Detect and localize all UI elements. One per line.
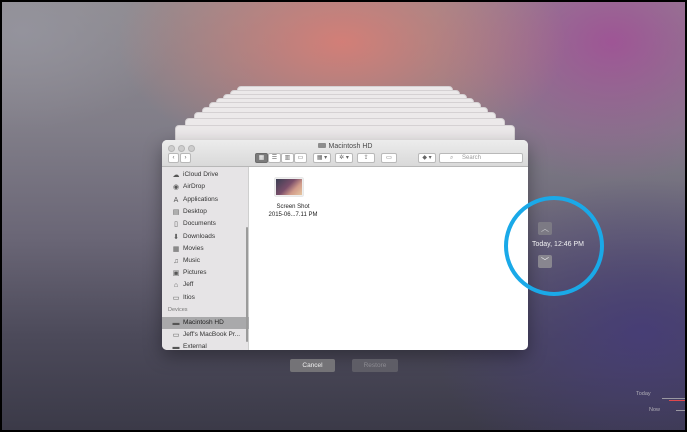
sidebar-item-label: Itios	[183, 294, 195, 301]
sidebar-section-devices: Devices	[168, 307, 188, 313]
sidebar-item-music[interactable]: ♫ Music	[162, 255, 249, 267]
window-title: Macintosh HD	[162, 143, 528, 150]
sidebar-item-documents[interactable]: ▯ Documents	[162, 218, 249, 230]
sidebar-item-label: Jeff	[183, 281, 194, 288]
timeline-tick[interactable]	[662, 398, 685, 399]
movies-icon: ▦	[172, 246, 180, 253]
sidebar-item-icloud-drive[interactable]: ☁ iCloud Drive	[162, 169, 249, 181]
sidebar-item-itios[interactable]: ▭ Itios	[162, 292, 249, 304]
sidebar-item-applications[interactable]: A Applications	[162, 194, 249, 206]
sidebar-item-label: Desktop	[183, 208, 207, 215]
timeline-tick[interactable]	[676, 410, 685, 411]
external-drive-icon: ▬	[172, 344, 180, 350]
home-icon: ⌂	[173, 282, 179, 289]
airdrop-icon: ◉	[172, 184, 180, 191]
sidebar-item-label: iCloud Drive	[183, 171, 219, 178]
documents-icon: ▯	[174, 221, 178, 228]
sidebar-item-pictures[interactable]: ▣ Pictures	[162, 267, 249, 279]
sidebar-item-label: AirDrop	[183, 183, 206, 190]
timeline-tick[interactable]	[669, 400, 685, 401]
sidebar-item-external[interactable]: ▬ External	[162, 341, 249, 350]
screenshot-thumbnail-icon	[275, 178, 303, 196]
list-view-button[interactable]: ☰	[268, 153, 281, 163]
dropbox-menu-button[interactable]: ◆ ▾	[418, 153, 436, 163]
sidebar-item-label: Pictures	[183, 269, 207, 276]
sidebar-item-airdrop[interactable]: ◉ AirDrop	[162, 181, 249, 193]
window-title-text: Macintosh HD	[328, 143, 373, 150]
sidebar-item-label: Music	[183, 257, 200, 264]
file-name-line1: Screen Shot	[276, 204, 310, 210]
window-toolbar: Macintosh HD ‹ › ▦ ☰ ▥ ▭ ▦ ▾ ✲ ▾ ⇪ ▭ ◆ ▾…	[162, 140, 528, 167]
cancel-button[interactable]: Cancel	[290, 359, 335, 372]
sidebar-item-label: Applications	[183, 196, 219, 203]
folder-icon: ▭	[172, 295, 180, 302]
search-placeholder: Search	[462, 155, 482, 161]
chevron-down-icon[interactable]: ﹀	[538, 255, 552, 268]
file-name: Screen Shot 2015-06...7.11 PM	[256, 203, 330, 219]
music-icon: ♫	[173, 258, 179, 265]
hard-drive-icon: ▬	[172, 320, 180, 327]
forward-button[interactable]: ›	[180, 153, 191, 163]
applications-icon: A	[173, 197, 179, 204]
laptop-icon: ▭	[172, 332, 180, 339]
column-view-button[interactable]: ▥	[281, 153, 294, 163]
sidebar-item-movies[interactable]: ▦ Movies	[162, 243, 249, 255]
arrange-menu-button[interactable]: ▦ ▾	[313, 153, 331, 163]
search-input[interactable]: ⌕ Search	[439, 153, 523, 163]
icon-view-button[interactable]: ▦	[255, 153, 268, 163]
finder-window: Macintosh HD ‹ › ▦ ☰ ▥ ▭ ▦ ▾ ✲ ▾ ⇪ ▭ ◆ ▾…	[162, 140, 528, 350]
file-name-line2: 2015-06...7.11 PM	[268, 212, 318, 218]
sidebar-item-macintosh-hd[interactable]: ▬ Macintosh HD	[162, 317, 249, 329]
desktop-icon: ▤	[172, 209, 180, 216]
sidebar-item-label: External	[183, 343, 207, 350]
sidebar-item-label: Macintosh HD	[183, 319, 224, 326]
hard-drive-icon	[317, 143, 326, 148]
sidebar-item-macbook[interactable]: ▭ Jeff's MacBook Pr...	[162, 329, 249, 341]
sidebar-item-label: Downloads	[183, 233, 216, 240]
sidebar-item-label: Jeff's MacBook Pr...	[183, 331, 241, 338]
downloads-icon: ⬇	[173, 234, 179, 241]
sidebar-scrollbar[interactable]	[246, 227, 248, 342]
sidebar-item-jeff[interactable]: ⌂ Jeff	[162, 279, 249, 291]
timeline-label-today[interactable]: Today	[636, 391, 651, 397]
sidebar-item-label: Documents	[183, 220, 216, 227]
restore-button[interactable]: Restore	[352, 359, 398, 372]
time-machine-screen: Macintosh HD ‹ › ▦ ☰ ▥ ▭ ▦ ▾ ✲ ▾ ⇪ ▭ ◆ ▾…	[2, 2, 685, 430]
sidebar-item-desktop[interactable]: ▤ Desktop	[162, 206, 249, 218]
cloud-icon: ☁	[172, 172, 180, 179]
cover-flow-button[interactable]: ▭	[294, 153, 307, 163]
action-menu-button[interactable]: ✲ ▾	[335, 153, 353, 163]
chevron-up-icon[interactable]: ︿	[538, 222, 552, 235]
sidebar-item-label: Movies	[183, 245, 204, 252]
search-icon: ⌕	[450, 155, 454, 161]
snapshot-date: Today, 12:46 PM	[532, 241, 585, 248]
back-button[interactable]: ‹	[168, 153, 179, 163]
sidebar: ☁ iCloud Drive ◉ AirDrop A Applications ▤ De…	[162, 167, 249, 350]
share-button[interactable]: ⇪	[357, 153, 375, 163]
timeline-label-now[interactable]: Now	[649, 407, 660, 413]
sidebar-item-downloads[interactable]: ⬇ Downloads	[162, 231, 249, 243]
tags-button[interactable]: ▭	[381, 153, 397, 163]
pictures-icon: ▣	[172, 270, 180, 277]
